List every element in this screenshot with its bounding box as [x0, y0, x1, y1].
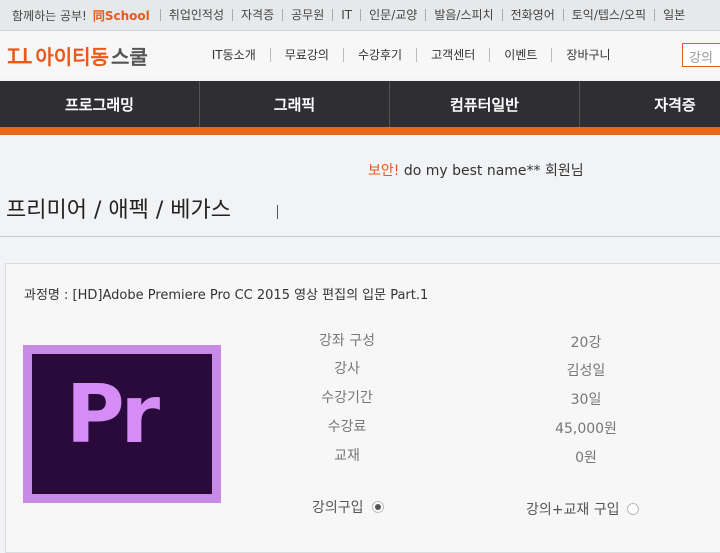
nav-support[interactable]: 고객센터	[416, 48, 489, 62]
top-tagline: 함께하는 공부! 同School	[0, 7, 150, 24]
logo-text-main: 아이티동	[35, 44, 109, 69]
category-graphics[interactable]: 그래픽	[200, 81, 390, 127]
detail-value-period: 30일	[570, 392, 602, 408]
nav-reviews[interactable]: 수강후기	[342, 48, 416, 62]
logo-mark-icon: Ɪꓕ	[8, 43, 32, 68]
purchase-option-lecture-textbook-label: 강의+교재 구입	[526, 502, 620, 518]
user-suffix: 회원님	[540, 163, 584, 179]
nav-free-lectures[interactable]: 무료강의	[269, 48, 343, 62]
premiere-pro-icon: Pr	[23, 345, 221, 503]
category-bar: 프로그래밍 그래픽 컴퓨터일반 자격증	[0, 81, 720, 127]
category-programming[interactable]: 프로그래밍	[0, 81, 200, 127]
top-link-humanities[interactable]: 인문/교양	[360, 9, 425, 21]
title-divider	[277, 205, 278, 219]
detail-label-period: 수강기간	[321, 390, 373, 406]
course-title: 과정명 : [HD]Adobe Premiere Pro CC 2015 영상 …	[24, 288, 429, 303]
top-strip: 함께하는 공부! 同School 취업인적성 자격증 공무원 IT 인문/교양 …	[0, 0, 720, 31]
user-greeting: 보안! do my best name** 회원님	[368, 160, 584, 180]
category-computer-general[interactable]: 컴퓨터일반	[390, 81, 580, 127]
tagline-text: 함께하는 공부!	[12, 8, 87, 23]
top-link-jobs[interactable]: 취업인적성	[159, 9, 232, 21]
top-link-it[interactable]: IT	[332, 9, 360, 21]
top-link-phone-english[interactable]: 전화영어	[501, 9, 563, 21]
top-link-certificate[interactable]: 자격증	[231, 9, 282, 21]
user-motto: do my best	[399, 163, 487, 179]
detail-label-textbook: 교재	[334, 448, 360, 464]
user-name: name**	[486, 163, 541, 179]
purchase-option-lecture-label: 강의구입	[312, 500, 364, 516]
radio-lecture-textbook[interactable]	[627, 503, 640, 515]
top-link-civil-service[interactable]: 공무원	[282, 9, 332, 21]
top-link-speech[interactable]: 발음/스피치	[425, 9, 501, 21]
security-label: 보안!	[368, 163, 400, 179]
category-accent-line	[0, 127, 720, 135]
detail-value-instructor: 김성일	[566, 363, 606, 379]
icon-text: Pr	[66, 368, 160, 461]
icon-inner: Pr	[32, 354, 212, 494]
search-input[interactable]: 강의	[682, 43, 720, 67]
detail-value-composition: 20강	[570, 335, 602, 351]
purchase-option-lecture[interactable]: 강의구입	[312, 497, 384, 517]
radio-lecture[interactable]	[371, 501, 384, 513]
site-logo[interactable]: Ɪꓕ 아이티동 스쿨	[8, 41, 148, 70]
detail-label-fee: 수강료	[327, 419, 367, 435]
purchase-option-lecture-textbook[interactable]: 강의+교재 구입	[526, 499, 640, 519]
nav-cart[interactable]: 장바구니	[551, 48, 624, 62]
detail-label-composition: 강좌 구성	[319, 333, 375, 349]
page-title: 프리미어 / 애펙 / 베가스	[6, 198, 231, 223]
detail-label-instructor: 강사	[334, 361, 360, 377]
header-nav: IT동소개 무료강의 수강후기 고객센터 이벤트 장바구니	[198, 48, 625, 62]
logo-text-sub: 스쿨	[110, 44, 148, 69]
detail-value-textbook: 0원	[575, 450, 597, 466]
detail-value-fee: 45,000원	[555, 421, 617, 437]
top-link-toeic[interactable]: 토익/텝스/오픽	[562, 9, 654, 21]
category-certificate[interactable]: 자격증	[580, 81, 720, 127]
school-brand-link[interactable]: 同School	[93, 7, 150, 24]
site-header: Ɪꓕ 아이티동 스쿨 IT동소개 무료강의 수강후기 고객센터 이벤트 장바구니…	[0, 31, 720, 79]
title-underline	[0, 236, 720, 237]
nav-events[interactable]: 이벤트	[489, 48, 551, 62]
top-link-japanese[interactable]: 일본	[654, 9, 693, 21]
nav-about[interactable]: IT동소개	[198, 48, 270, 62]
